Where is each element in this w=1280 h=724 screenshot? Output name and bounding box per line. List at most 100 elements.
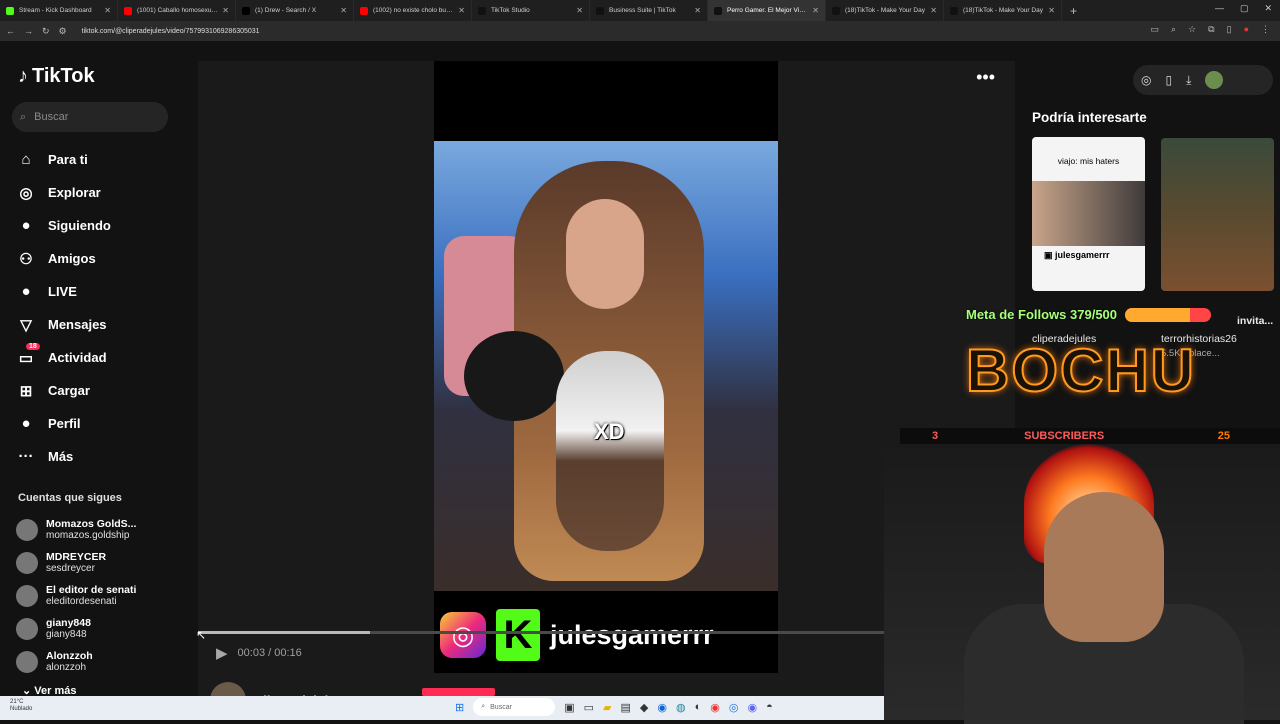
tab-close-icon[interactable]: ✕ <box>458 6 465 15</box>
sidebar-item-label: LIVE <box>48 284 77 299</box>
more-icon: ··· <box>18 448 34 465</box>
edge-icon[interactable]: ◍ <box>676 701 686 714</box>
obs-icon[interactable]: ◓ <box>766 701 773 713</box>
sidebar-item[interactable]: ▭ Actividad 18 <box>16 341 111 374</box>
site-info-icon[interactable]: ⚙ <box>59 26 67 37</box>
address-bar: ← → ↻ ⚙ tiktok.com/@cliperadejules/video… <box>0 21 1280 41</box>
outlook-icon[interactable]: ◉ <box>657 701 667 714</box>
maximize-icon[interactable]: ▢ <box>1240 3 1249 14</box>
browser-tab[interactable]: Business Suite | TikTok ✕ <box>590 0 708 21</box>
tiktok-logo[interactable]: ♪ TikTok <box>18 65 95 88</box>
new-tab-icon[interactable]: + <box>1070 4 1077 18</box>
menu-icon[interactable]: ⋮ <box>1261 24 1270 35</box>
recommended-video-thumb[interactable] <box>1161 138 1274 291</box>
sidebar-item[interactable]: ⚇ Amigos <box>16 242 111 275</box>
sidebar-item-label: Más <box>48 449 74 464</box>
browser-tab[interactable]: (1) Drew - Search / X ✕ <box>236 0 354 21</box>
sidebar-item[interactable]: ● LIVE <box>16 275 111 308</box>
profile-icon[interactable]: ● <box>1244 24 1249 35</box>
chrome-icon[interactable]: ◎ <box>729 701 739 714</box>
zoom-icon[interactable]: ⌕ <box>1171 24 1176 35</box>
reload-icon[interactable]: ↻ <box>42 26 50 37</box>
tab-close-icon[interactable]: ✕ <box>222 6 229 15</box>
tab-close-icon[interactable]: ✕ <box>340 6 347 15</box>
followed-account[interactable]: giany848 giany848 <box>16 612 136 645</box>
app-icon[interactable]: ◆ <box>640 701 648 714</box>
card-title[interactable]: invita... <box>1237 315 1273 327</box>
search-icon: ⌕ <box>481 703 486 710</box>
forward-icon[interactable]: → <box>24 26 33 36</box>
tab-close-icon[interactable]: ✕ <box>930 6 937 15</box>
tab-label: (1002) no existe cholo bueno <box>373 7 455 14</box>
extensions-icon[interactable]: ⧉ <box>1208 24 1214 35</box>
browser-tab[interactable]: TikTok Studio ✕ <box>472 0 590 21</box>
url-field[interactable]: tiktok.com/@cliperadejules/video/7579931… <box>82 28 260 35</box>
cast-icon[interactable]: ▭ <box>1151 24 1160 35</box>
close-icon[interactable]: ✕ <box>1264 3 1272 14</box>
widgets-icon[interactable]: ▣ <box>564 701 574 714</box>
file-explorer-icon[interactable]: ▰ <box>603 701 611 714</box>
sidebar-item[interactable]: ⊞ Cargar <box>16 374 111 407</box>
browser-tab[interactable]: (18)TikTok - Make Your Day ✕ <box>944 0 1062 21</box>
weather-widget[interactable]: 21°C Nublado <box>10 699 32 713</box>
browser-tab[interactable]: Stream - Kick Dashboard ✕ <box>0 0 118 21</box>
followed-account[interactable]: Alonzzoh alonzzoh <box>16 645 136 678</box>
tab-close-icon[interactable]: ✕ <box>694 6 701 15</box>
avatar <box>16 617 38 640</box>
followed-account[interactable]: Momazos GoldS... momazos.goldship <box>16 513 136 546</box>
video-frame[interactable]: XD ◎ K julesgamerrr <box>434 61 778 673</box>
friends-icon: ⚇ <box>19 250 33 268</box>
play-icon[interactable]: ▶ <box>216 644 228 662</box>
sidebar-item[interactable]: ▽ Mensajes <box>16 308 111 341</box>
progress-bar[interactable] <box>198 631 885 634</box>
sidebar-item[interactable]: ⌂ Para ti <box>16 143 111 176</box>
compass-icon[interactable]: ◎ <box>1141 73 1151 87</box>
sidebar-item-label: Perfil <box>48 416 81 431</box>
browser-tab[interactable]: Perro Gamer. El Mejor Video d ✕ <box>708 0 826 21</box>
taskbar-search[interactable]: ⌕ Buscar <box>473 698 556 716</box>
browser-tab[interactable]: (1001) Caballo homosexual de ✕ <box>118 0 236 21</box>
tab-close-icon[interactable]: ✕ <box>812 6 819 15</box>
recommended-video-thumb[interactable]: viajo: mis haters ▣ julesgamerrr <box>1032 137 1145 291</box>
store-icon[interactable]: ▤ <box>621 701 631 714</box>
windows-start-icon[interactable]: ⊞ <box>455 701 464 714</box>
account-name: Alonzzoh <box>46 649 93 662</box>
sidepanel-icon[interactable]: ▯ <box>1227 24 1232 35</box>
sidebar-item-label: Siguiendo <box>48 218 111 233</box>
tab-label: (18)TikTok - Make Your Day <box>963 7 1043 14</box>
sidebar-item[interactable]: ● Siguiendo <box>16 209 111 242</box>
chrome-icon[interactable]: ◉ <box>710 701 720 714</box>
tab-close-icon[interactable]: ✕ <box>576 6 583 15</box>
instagram-icon: ◎ <box>440 612 486 658</box>
mouse-cursor: ↖ <box>196 628 207 642</box>
tab-label: (1001) Caballo homosexual de <box>137 7 219 14</box>
sidebar-item[interactable]: ··· Más <box>16 440 111 473</box>
follow-button[interactable] <box>422 688 495 696</box>
video-image: XD <box>434 141 778 591</box>
subs-count-left: 3 <box>932 430 939 442</box>
bookmark-icon[interactable]: ☆ <box>1188 24 1196 35</box>
tab-close-icon[interactable]: ✕ <box>104 6 111 15</box>
browser-tab[interactable]: (1002) no existe cholo bueno ✕ <box>354 0 472 21</box>
browser-tab-bar: Stream - Kick Dashboard ✕ (1001) Caballo h… <box>0 0 1280 21</box>
search-input[interactable]: ⌕ Buscar <box>12 102 168 132</box>
more-options-icon[interactable]: ••• <box>976 67 995 88</box>
webcam-overlay <box>884 444 1280 724</box>
user-avatar[interactable] <box>1205 71 1224 89</box>
discord-icon[interactable]: ◉ <box>747 701 757 714</box>
kick-icon: K <box>496 609 540 661</box>
browser-tab[interactable]: (18)TikTok - Make Your Day ✕ <box>826 0 944 21</box>
home-icon: ⌂ <box>21 151 31 168</box>
task-view-icon[interactable]: ▭ <box>584 701 594 714</box>
followed-account[interactable]: El editor de senati eleditordesenati <box>16 579 136 612</box>
phone-icon[interactable]: ▯ <box>1165 73 1172 87</box>
tab-close-icon[interactable]: ✕ <box>1048 6 1055 15</box>
download-icon[interactable]: ⤓ <box>1186 73 1191 88</box>
app-icon[interactable]: ◐ <box>695 701 702 713</box>
minimize-icon[interactable]: — <box>1215 3 1224 14</box>
bochu-logo: BOCHU <box>965 336 1196 405</box>
sidebar-item[interactable]: ● Perfil <box>16 407 111 440</box>
back-icon[interactable]: ← <box>6 26 15 36</box>
followed-account[interactable]: MDREYCER sesdreycer <box>16 546 136 579</box>
sidebar-item[interactable]: ◎ Explorar <box>16 176 111 209</box>
